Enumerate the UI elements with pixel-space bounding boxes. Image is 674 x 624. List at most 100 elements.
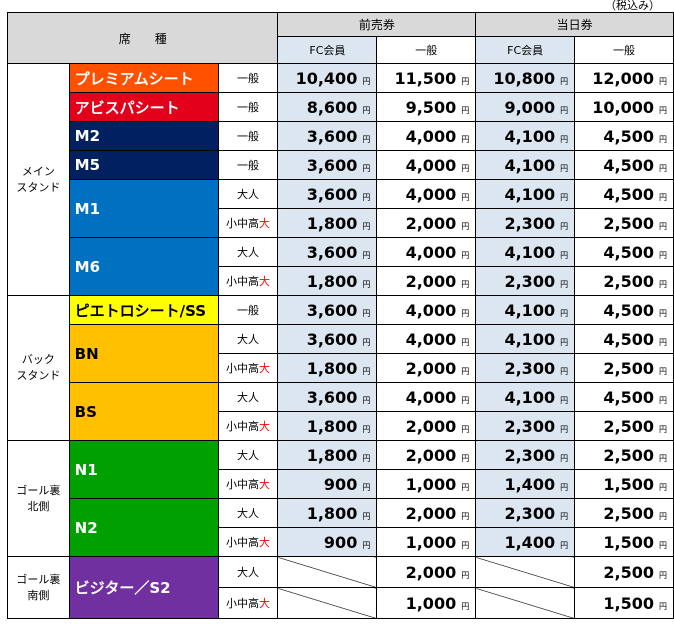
yen-mark: 円 [461,134,470,144]
university-mark: 大 [259,536,270,549]
price-value: 1,800 [306,503,358,523]
ticket-category: 一般 [217,295,279,325]
same-day-fc-price: 2,300 円 [475,498,576,528]
advance-ticket-header: 前売券 [277,12,477,37]
same-day-fc-price: 4,100 円 [475,295,576,325]
yen-mark: 円 [560,105,569,115]
university-mark: 大 [259,597,270,610]
price-value: 10,000 [592,97,654,117]
same-day-general-price: 2,500 円 [574,440,674,470]
ticket-category: 一般 [217,150,279,180]
price-value: 9,000 [504,97,556,117]
same-day-general-price: 4,500 円 [574,121,674,151]
price-value: 1,800 [306,445,358,465]
price-value: 4,500 [603,387,654,407]
table-row: バック スタンド ピエトロシート/SS 一般 3,600 円 4,000 円 4,100 円 4,5… [7,295,674,441]
advance-fc-price: 1,800 円 [277,266,378,296]
ticket-price-table: 席 種 前売券 当日券 FC会員 一般 FC会員 一般 メイン スタンド プレミアム… [6,12,674,619]
advance-fc-price: 1,800 円 [277,440,378,470]
advance-general-price: 2,000 円 [376,440,477,470]
advance-general-price: 1,000 円 [376,527,477,557]
same-day-fc-price: 2,300 円 [475,353,576,383]
price-value: 2,000 [405,503,457,523]
price-value: 8,600 [306,97,358,117]
advance-general-price: 1,000 円 [376,587,477,619]
ticket-category: 小中高大 [217,208,279,238]
price-value: 4,500 [603,242,654,262]
advance-fc-price: 10,400 円 [277,63,378,93]
advance-general-price: 4,000 円 [376,150,477,180]
price-value: 2,000 [405,445,457,465]
price-value: 4,100 [504,329,556,349]
yen-mark: 円 [461,192,470,202]
price-value: 2,000 [405,213,457,233]
yen-mark: 円 [560,482,569,492]
price-value: 2,300 [504,445,556,465]
same-day-fc-price: 1,400 円 [475,527,576,557]
seat-name: BN [68,324,219,383]
yen-mark: 円 [362,337,371,347]
yen-mark: 円 [560,540,569,550]
yen-mark: 円 [560,424,569,434]
advance-general-header: 一般 [376,36,477,64]
yen-mark: 円 [560,337,569,347]
price-value: 1,400 [504,474,556,494]
price-value: 4,500 [603,126,654,146]
price-value: 2,000 [405,416,457,436]
yen-mark: 円 [560,76,569,86]
price-value: 3,600 [306,184,358,204]
same-day-fc-price: 9,000 円 [475,92,576,122]
price-value: 3,600 [306,387,358,407]
price-value: 4,000 [405,329,457,349]
same-day-general-price: 4,500 円 [574,179,674,209]
tax-included-note: （税込み） [605,0,660,12]
same-day-fc-price: 2,300 円 [475,266,576,296]
price-value: 1,500 [603,474,654,494]
table-row: N2 大人 1,800 円 2,000 円 2,300 円 2,500 円 [8,498,674,557]
price-value: 1,500 [603,593,654,613]
area-label: バック スタンド [7,295,70,441]
table-row: ゴール裏 北側 N1 大人 1,800 円 2,000 円 2,300 円 2,500 円 [7,440,674,557]
advance-general-price: 2,000 円 [376,498,477,528]
yen-mark: 円 [659,424,667,434]
price-value: 9,500 [405,97,457,117]
same-day-fc-price: 2,300 円 [475,208,576,238]
yen-mark: 円 [659,192,667,202]
table-row: M2 一般 3,600 円 4,000 円 4,100 円 4,500 円 [8,121,674,151]
advance-fc-price: 3,600 円 [277,324,378,354]
same-day-general-header: 一般 [574,36,674,64]
university-mark: 大 [259,217,270,230]
advance-general-price: 4,000 円 [376,237,477,267]
same-day-fc-price: 1,400 円 [475,469,576,499]
same-day-fc-member-header: FC会員 [475,36,576,64]
yen-mark: 円 [461,482,470,492]
advance-fc-price: 3,600 円 [277,382,378,412]
price-value: 4,000 [405,387,457,407]
advance-fc-price: 3,600 円 [277,237,378,267]
area-label: ゴール裏 南側 [7,556,70,619]
yen-mark: 円 [461,337,470,347]
ticket-category: 大人 [217,382,279,412]
yen-mark: 円 [461,366,470,376]
yen-mark: 円 [362,250,371,260]
advance-fc-price: 3,600 円 [277,295,378,325]
same-day-general-price: 4,500 円 [574,295,674,325]
price-value: 4,000 [405,300,457,320]
seat-name: プレミアムシート [68,63,219,93]
price-value: 2,300 [504,416,556,436]
yen-mark: 円 [659,482,667,492]
yen-mark: 円 [461,424,470,434]
same-day-general-price: 2,500 円 [574,498,674,528]
seat-name: M6 [68,237,219,296]
yen-mark: 円 [659,570,667,580]
yen-mark: 円 [659,395,667,405]
seat-name: アビスパシート [68,92,219,122]
ticket-category: 小中高大 [217,353,279,383]
yen-mark: 円 [362,424,371,434]
same-day-fc-price: 10,800 円 [475,63,576,93]
same-day-general-price: 4,500 円 [574,324,674,354]
yen-mark: 円 [362,76,371,86]
same-day-fc-price: 4,100 円 [475,121,576,151]
yen-mark: 円 [560,366,569,376]
yen-mark: 円 [362,453,371,463]
